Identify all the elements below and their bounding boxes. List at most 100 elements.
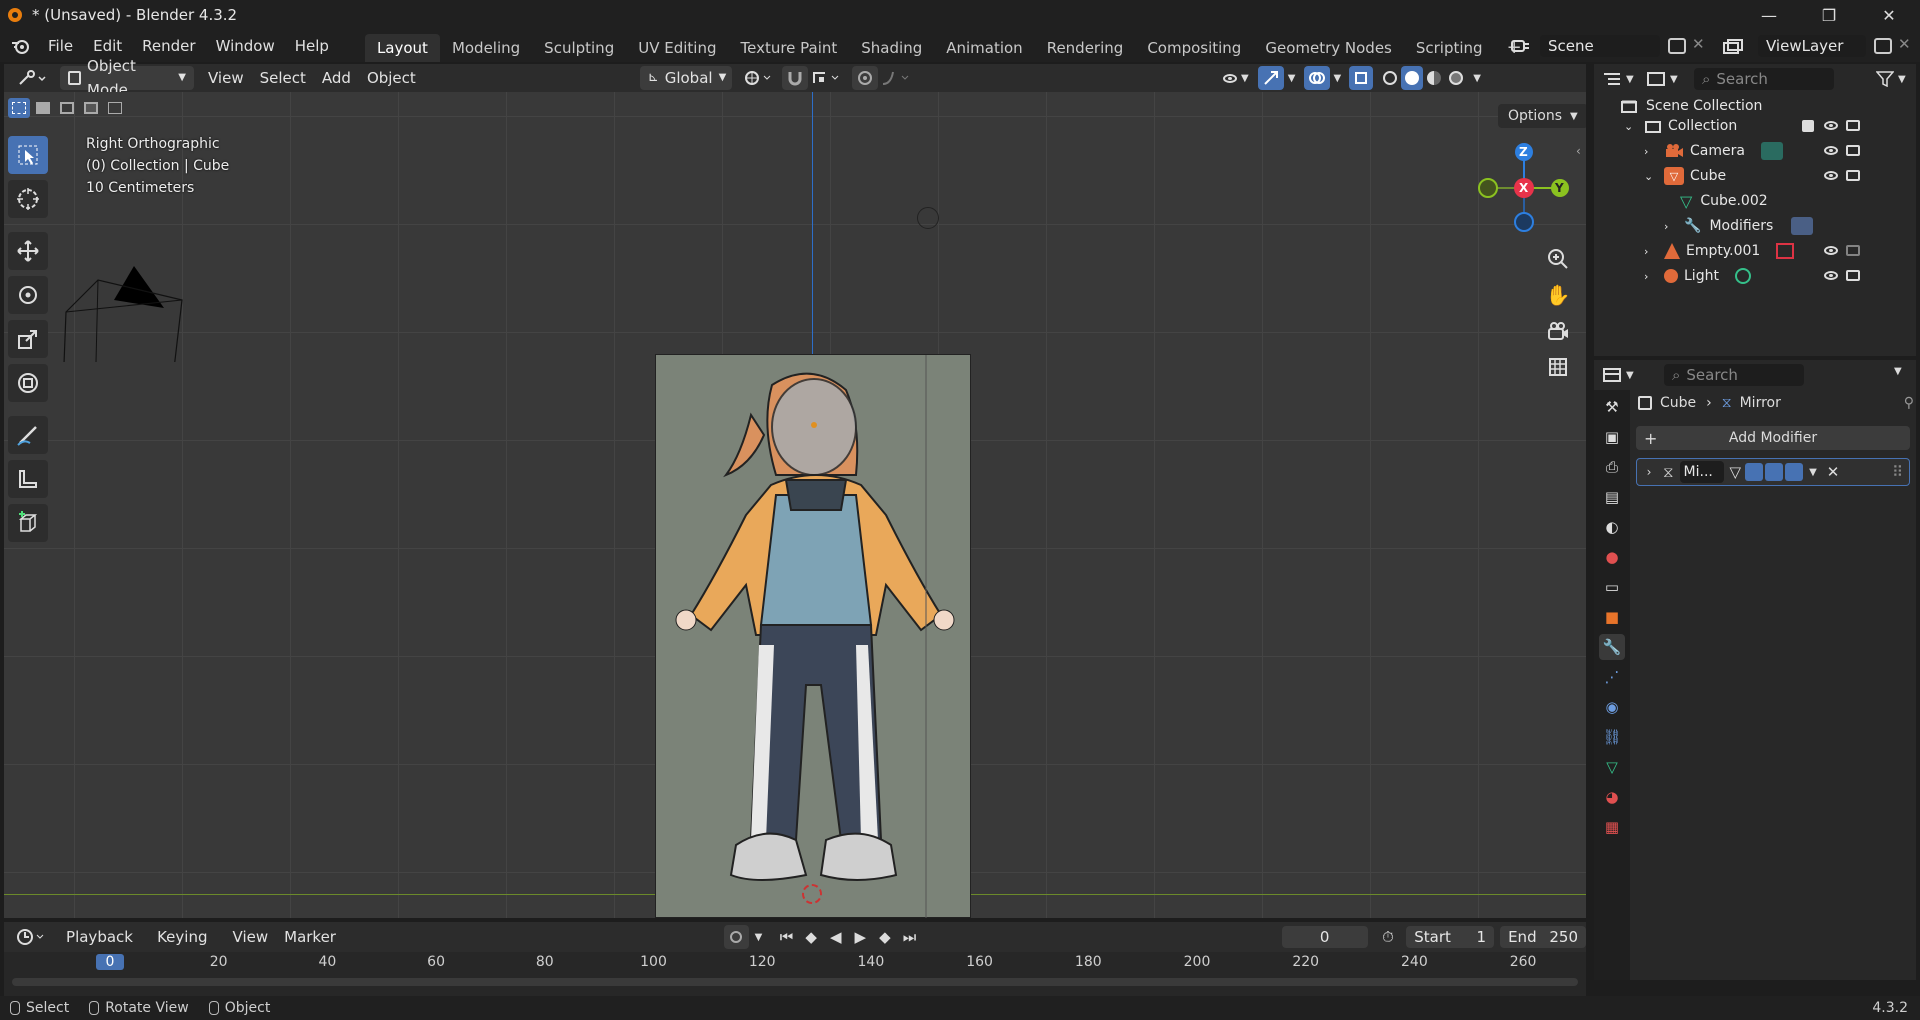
modifier-menu-icon[interactable]: ▼ bbox=[1809, 467, 1817, 478]
chevron-down-icon[interactable]: ⌄ bbox=[1624, 120, 1638, 133]
keying-dropdown-icon[interactable]: ▼ bbox=[755, 932, 763, 943]
rendered-shading-icon[interactable] bbox=[1445, 66, 1467, 90]
select-extend-icon[interactable] bbox=[32, 98, 54, 118]
current-frame-field[interactable]: 0 bbox=[1281, 926, 1368, 948]
delete-scene-icon[interactable]: ✕ bbox=[1692, 35, 1705, 53]
move-tool[interactable] bbox=[8, 232, 48, 270]
properties-editor-type-icon[interactable]: ▼ bbox=[1602, 364, 1642, 386]
camera-object-icon[interactable] bbox=[56, 242, 186, 362]
menu-marker[interactable]: Marker bbox=[276, 925, 344, 949]
sidebar-toggle-icon[interactable]: ‹ bbox=[1576, 144, 1581, 158]
new-scene-icon[interactable] bbox=[1668, 38, 1686, 54]
maximize-button[interactable]: ❐ bbox=[1806, 0, 1852, 30]
select-new-icon[interactable] bbox=[8, 98, 30, 118]
outliner-item-modifiers[interactable]: › 🔧 Modifiers bbox=[1664, 214, 1814, 238]
jump-end-icon[interactable]: ⏭ bbox=[897, 925, 922, 949]
output-tab-icon[interactable]: ⎙ bbox=[1599, 454, 1625, 480]
tab-sculpting[interactable]: Sculpting bbox=[532, 34, 626, 62]
select-box-tool[interactable] bbox=[8, 136, 48, 174]
select-intersect-icon[interactable] bbox=[104, 98, 126, 118]
menu-keying[interactable]: Keying ▼ bbox=[149, 925, 224, 969]
render-camera-icon[interactable] bbox=[1846, 245, 1860, 256]
render-camera-icon[interactable] bbox=[1846, 170, 1860, 181]
menu-file[interactable]: File bbox=[38, 30, 83, 62]
particles-tab-icon[interactable]: ⋰ bbox=[1599, 664, 1625, 690]
options-dropdown[interactable]: Options ▼ bbox=[1498, 104, 1586, 128]
pin-icon[interactable]: ⚲ bbox=[1904, 395, 1914, 411]
tool-tab-icon[interactable]: ⚒ bbox=[1599, 394, 1625, 420]
mirror-modifier-icon[interactable] bbox=[1791, 217, 1814, 235]
edit-mode-toggle-icon[interactable] bbox=[1745, 463, 1764, 481]
select-subtract-icon[interactable] bbox=[56, 98, 78, 118]
snap-toggle-icon[interactable] bbox=[781, 66, 808, 90]
rotate-tool[interactable] bbox=[8, 276, 48, 314]
mode-dropdown[interactable]: Object Mode ▼ bbox=[60, 57, 194, 99]
view-layer-tab-icon[interactable]: ▤ bbox=[1599, 484, 1625, 510]
menu-select[interactable]: Select bbox=[252, 66, 314, 90]
properties-search-input[interactable]: ⌕ Search bbox=[1664, 364, 1804, 386]
visibility-eye-icon[interactable] bbox=[1824, 246, 1838, 255]
jump-start-icon[interactable]: ⏮ bbox=[774, 925, 799, 949]
blender-menu-icon[interactable] bbox=[10, 35, 32, 57]
outliner-item-light[interactable]: › Light bbox=[1644, 264, 1914, 288]
outliner-search-input[interactable]: ⌕ Search bbox=[1694, 68, 1834, 90]
tab-animation[interactable]: Animation bbox=[934, 34, 1034, 62]
viewport-toggle-icon[interactable] bbox=[1765, 463, 1784, 481]
add-modifier-button[interactable]: + Add Modifier bbox=[1636, 426, 1910, 450]
play-icon[interactable]: ▶ bbox=[848, 925, 873, 949]
menu-playback[interactable]: Playback ▼ bbox=[58, 925, 149, 969]
measure-tool[interactable] bbox=[8, 460, 48, 498]
start-frame-field[interactable]: Start 1 bbox=[1406, 926, 1495, 948]
tab-shading[interactable]: Shading bbox=[849, 34, 934, 62]
wireframe-shading-icon[interactable] bbox=[1379, 66, 1401, 90]
outliner-item-mesh-data[interactable]: ▽ Cube.002 bbox=[1680, 189, 1768, 213]
select-difference-icon[interactable] bbox=[80, 98, 102, 118]
chevron-right-icon[interactable]: › bbox=[1644, 245, 1658, 258]
gizmo-dropdown-icon[interactable]: ▼ bbox=[1288, 73, 1296, 84]
annotate-tool[interactable] bbox=[8, 416, 48, 454]
overlays-toggle-icon[interactable] bbox=[1303, 66, 1330, 90]
chevron-right-icon[interactable]: › bbox=[1664, 220, 1678, 233]
prev-keyframe-icon[interactable]: ◆ bbox=[799, 925, 824, 949]
light-data-icon[interactable] bbox=[1734, 268, 1751, 284]
menu-add[interactable]: Add bbox=[314, 66, 359, 90]
reference-image[interactable] bbox=[655, 354, 971, 918]
render-toggle-icon[interactable] bbox=[1785, 463, 1804, 481]
outliner-item-collection[interactable]: ⌄ Collection bbox=[1624, 114, 1914, 138]
zoom-icon[interactable] bbox=[1541, 242, 1575, 276]
modifier-name-field[interactable]: Mi... bbox=[1679, 461, 1724, 483]
chevron-down-icon[interactable]: ⌄ bbox=[1644, 170, 1658, 183]
scale-tool[interactable] bbox=[8, 320, 48, 358]
world-tab-icon[interactable]: ● bbox=[1599, 544, 1625, 570]
camera-data-icon[interactable] bbox=[1760, 142, 1783, 160]
texture-tab-icon[interactable]: ▦ bbox=[1599, 814, 1625, 840]
material-shading-icon[interactable] bbox=[1423, 66, 1445, 90]
edit-cage-icon[interactable]: ▽ bbox=[1730, 463, 1742, 481]
xray-toggle-icon[interactable] bbox=[1349, 66, 1374, 90]
outliner-editor-type-icon[interactable]: ▼ bbox=[1602, 68, 1642, 90]
collection-tab-icon[interactable]: ▭ bbox=[1599, 574, 1625, 600]
display-mode-icon[interactable]: ▼ bbox=[1646, 68, 1686, 90]
tab-scripting[interactable]: Scripting bbox=[1404, 34, 1495, 62]
visibility-selectability-icon[interactable]: ▼ bbox=[1218, 66, 1254, 90]
tab-layout[interactable]: Layout bbox=[364, 34, 440, 62]
close-window-button[interactable]: ✕ bbox=[1866, 0, 1912, 30]
empty-object-icon[interactable] bbox=[917, 207, 939, 229]
data-tab-icon[interactable]: ▽ bbox=[1599, 754, 1625, 780]
chevron-right-icon[interactable]: › bbox=[1644, 145, 1658, 158]
cursor-tool[interactable] bbox=[8, 180, 48, 218]
play-reverse-icon[interactable]: ◀ bbox=[823, 925, 848, 949]
tab-modeling[interactable]: Modeling bbox=[440, 34, 532, 62]
camera-view-icon[interactable] bbox=[1541, 314, 1575, 348]
physics-tab-icon[interactable]: ◉ bbox=[1599, 694, 1625, 720]
render-camera-icon[interactable] bbox=[1846, 145, 1860, 156]
3d-cursor-icon[interactable] bbox=[802, 884, 822, 904]
next-keyframe-icon[interactable]: ◆ bbox=[873, 925, 898, 949]
tab-geometry-nodes[interactable]: Geometry Nodes bbox=[1253, 34, 1404, 62]
proportional-falloff-icon[interactable] bbox=[878, 66, 914, 90]
transform-orientation-dropdown[interactable]: ⊾ Global ▼ bbox=[639, 66, 732, 90]
add-cube-tool[interactable] bbox=[8, 504, 48, 542]
menu-object[interactable]: Object bbox=[359, 66, 424, 90]
pivot-point-icon[interactable] bbox=[740, 66, 776, 90]
outliner-item-cube[interactable]: ⌄ ▽ Cube bbox=[1644, 164, 1914, 188]
